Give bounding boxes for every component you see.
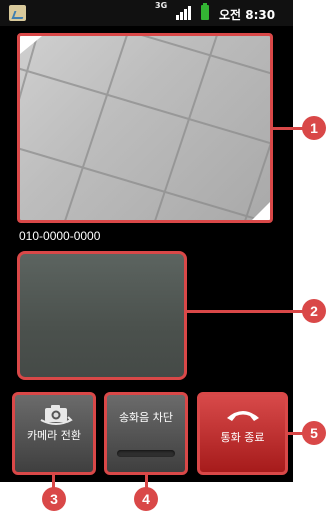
status-bar: 3G 오전 8:30 [0,0,293,26]
end-call-icon [227,411,259,421]
mute-button[interactable]: 송화음 차단 [104,392,188,475]
self-video-view [17,251,187,380]
camera-switch-icon [40,405,73,425]
end-call-label: 통화 종료 [220,431,265,444]
phone-screen: 3G 오전 8:30 010-0000-0000 카메라 전환 송화음 차단 통… [0,0,293,482]
callout-4: 4 [134,487,158,511]
remote-video-feed [20,36,270,220]
callout-3: 3 [42,487,66,511]
callout-line-2 [187,310,307,313]
phone-number: 010-0000-0000 [19,229,101,243]
callout-5: 5 [302,421,326,445]
end-call-button[interactable]: 통화 종료 [197,392,288,475]
battery-icon [201,3,209,20]
mute-indicator [117,450,175,457]
camera-switch-button[interactable]: 카메라 전환 [12,392,96,475]
app-notification-icon [9,5,26,21]
clock: 오전 8:30 [219,8,276,22]
signal-icon [176,6,192,20]
camera-switch-label: 카메라 전환 [26,429,82,442]
mute-label: 송화음 차단 [118,411,174,424]
network-type: 3G [155,1,168,10]
callout-2: 2 [302,299,326,323]
remote-video-view [17,33,273,223]
callout-1: 1 [302,116,326,140]
